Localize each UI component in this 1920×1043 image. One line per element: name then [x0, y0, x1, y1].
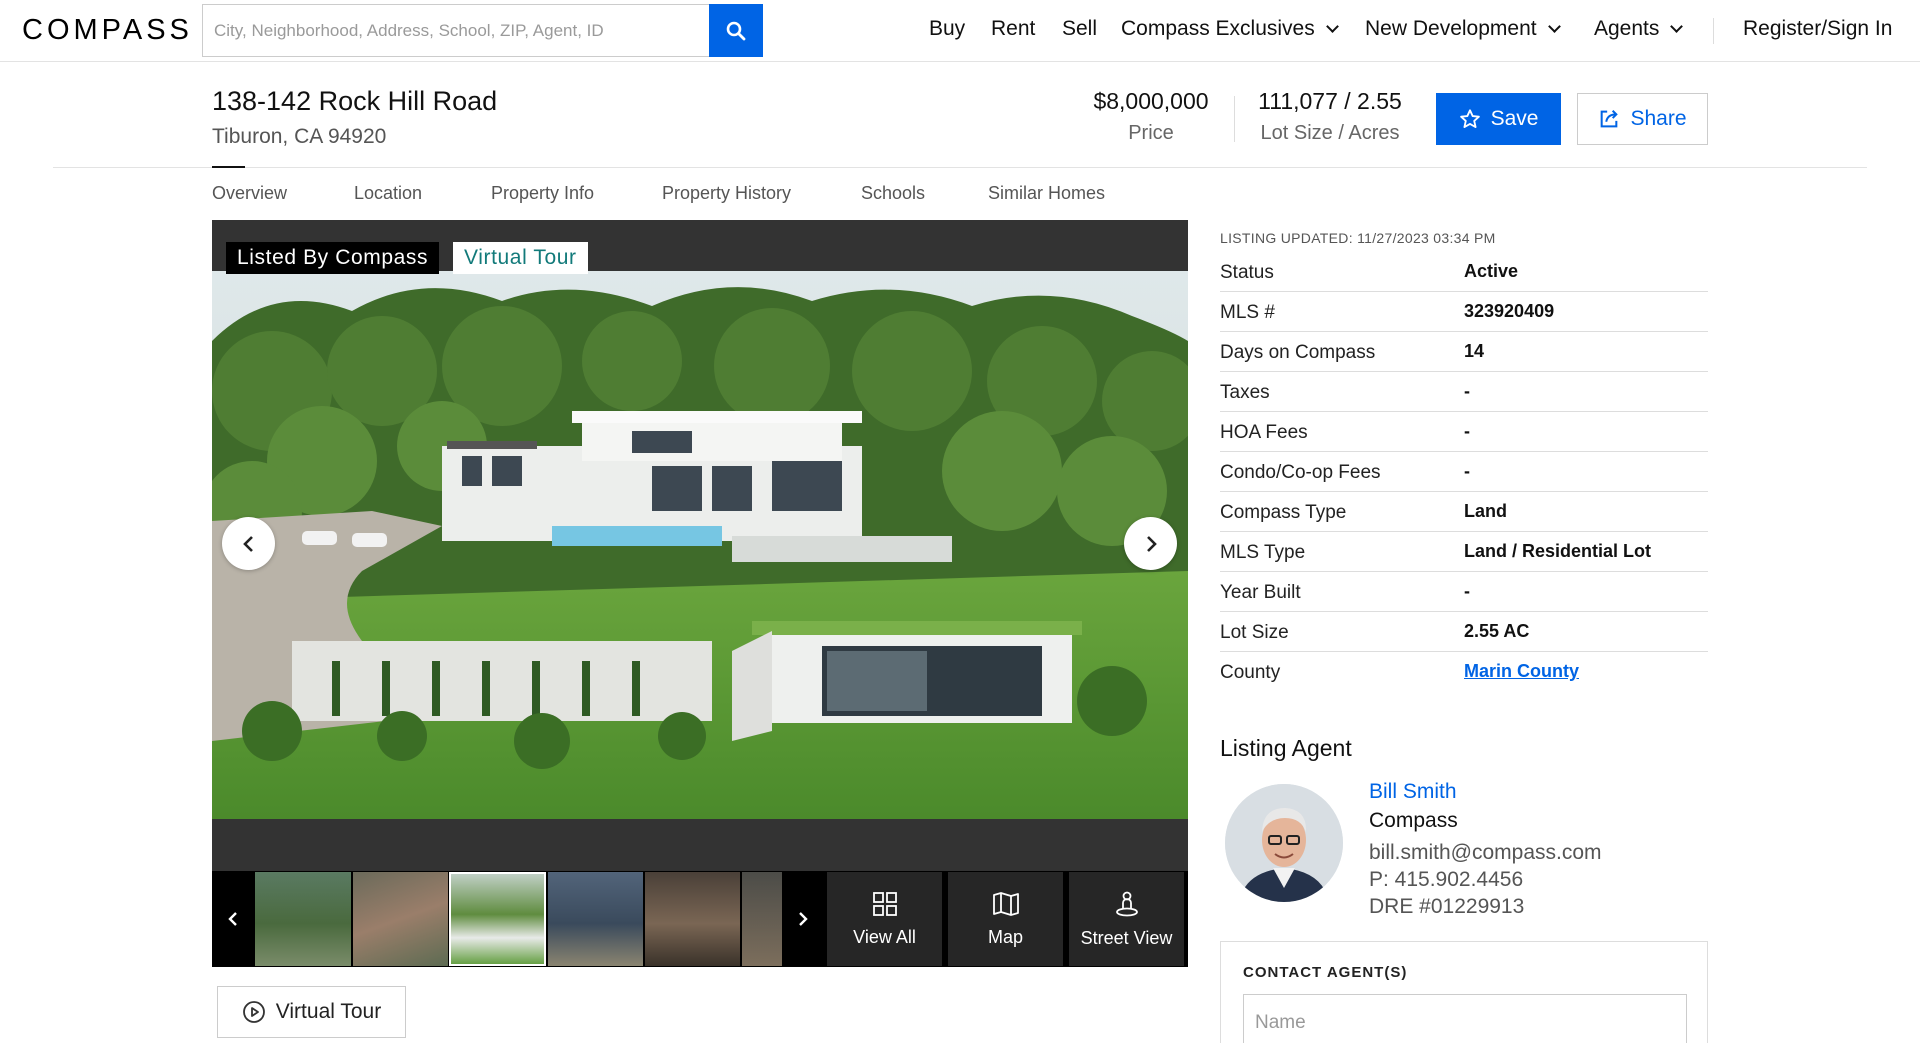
detail-row: Compass Type Land — [1220, 492, 1708, 532]
street-view-icon — [1115, 891, 1138, 916]
play-circle-icon — [242, 1001, 265, 1023]
thumbnail-2[interactable] — [353, 872, 448, 966]
price-label: Price — [1128, 122, 1174, 144]
register-sign-in-link[interactable]: Register/Sign In — [1743, 17, 1892, 41]
detail-row: Condo/Co-op Fees - — [1220, 452, 1708, 492]
thumbs-next-button[interactable] — [782, 871, 824, 967]
chevron-left-icon — [242, 535, 253, 552]
search-button[interactable] — [709, 4, 763, 57]
agent-phone[interactable]: P: 415.902.4456 — [1369, 868, 1523, 892]
street-view-button[interactable]: Street View — [1067, 872, 1184, 966]
contact-heading: CONTACT AGENT(S) — [1243, 964, 1408, 981]
detail-row: Lot Size 2.55 AC — [1220, 612, 1708, 652]
nav-divider — [1713, 18, 1714, 44]
save-button[interactable]: Save — [1436, 93, 1561, 145]
chevron-right-icon — [1146, 535, 1157, 552]
next-photo-button[interactable] — [1124, 517, 1177, 570]
virtual-tour-button[interactable]: Virtual Tour — [217, 986, 406, 1038]
agent-email[interactable]: bill.smith@compass.com — [1369, 841, 1602, 865]
detail-row: MLS Type Land / Residential Lot — [1220, 532, 1708, 572]
thumbnail-6[interactable] — [742, 872, 782, 966]
site-header: COMPASS Buy Rent Sell Compass Exclusives… — [0, 0, 1920, 62]
listed-by-compass-badge: Listed By Compass — [226, 242, 440, 274]
thumbnail-3[interactable] — [449, 872, 546, 966]
tab-property-history[interactable]: Property History — [662, 183, 791, 204]
chevron-down-icon — [1547, 19, 1561, 33]
contact-agent-form: CONTACT AGENT(S) — [1220, 941, 1708, 1043]
listing-city: Tiburon, CA 94920 — [212, 125, 387, 148]
price-value: $8,000,000 — [1093, 88, 1209, 114]
detail-row: Days on Compass 14 — [1220, 332, 1708, 372]
thumbnail-1[interactable] — [255, 872, 351, 966]
nav-buy[interactable]: Buy — [929, 17, 965, 41]
prev-photo-button[interactable] — [222, 517, 275, 570]
detail-row: Status Active — [1220, 252, 1708, 292]
grid-icon — [872, 891, 897, 916]
main-photo[interactable] — [212, 271, 1188, 819]
listing-updated: LISTING UPDATED: 11/27/2023 03:34 PM — [1220, 230, 1496, 246]
detail-row: MLS #323920409 — [1220, 292, 1708, 332]
thumbnail-strip: View All Map Street View — [212, 871, 1188, 967]
search-icon — [726, 21, 746, 40]
search-input[interactable] — [203, 5, 709, 56]
agent-avatar[interactable] — [1225, 784, 1343, 902]
stat-divider — [1234, 96, 1235, 142]
tab-location[interactable]: Location — [354, 183, 422, 204]
detail-row: HOA Fees - — [1220, 412, 1708, 452]
lot-label: Lot Size / Acres — [1260, 122, 1400, 144]
map-button[interactable]: Map — [946, 872, 1063, 966]
active-tab-indicator — [212, 166, 245, 168]
compass-logo[interactable]: COMPASS — [22, 14, 193, 47]
house-rendering — [212, 271, 1188, 819]
search-box — [202, 4, 763, 57]
virtual-tour-badge[interactable]: Virtual Tour — [453, 242, 588, 274]
listing-address: 138-142 Rock Hill Road — [212, 86, 498, 116]
name-input[interactable] — [1243, 994, 1687, 1043]
detail-row: County Marin County — [1220, 661, 1579, 683]
view-all-button[interactable]: View All — [825, 872, 942, 966]
agent-dre: DRE #01229913 — [1369, 895, 1525, 918]
tab-similar-homes[interactable]: Similar Homes — [988, 183, 1105, 204]
listing-agent-heading: Listing Agent — [1220, 735, 1352, 761]
nav-agents[interactable]: Agents — [1594, 17, 1684, 41]
nav-rent[interactable]: Rent — [991, 17, 1035, 41]
chevron-left-icon — [228, 912, 237, 926]
share-button[interactable]: Share — [1577, 93, 1708, 145]
detail-row: Taxes - — [1220, 372, 1708, 412]
agent-name-link[interactable]: Bill Smith — [1369, 780, 1457, 804]
title-divider — [53, 167, 1867, 168]
agent-company: Compass — [1369, 809, 1458, 832]
share-icon — [1601, 110, 1619, 128]
lot-value: 111,077 / 2.55 — [1258, 88, 1402, 114]
tab-schools[interactable]: Schools — [861, 183, 925, 204]
tab-property-info[interactable]: Property Info — [491, 183, 594, 204]
nav-sell[interactable]: Sell — [1062, 17, 1097, 41]
star-icon — [1459, 109, 1480, 128]
lot-stat: 111,077 / 2.55 Lot Size / Acres — [1250, 88, 1410, 145]
nav-compass-exclusives[interactable]: Compass Exclusives — [1121, 17, 1339, 41]
thumbnail-5[interactable] — [645, 872, 740, 966]
price-stat: $8,000,000 Price — [1088, 88, 1214, 145]
thumbnail-4[interactable] — [548, 872, 643, 966]
detail-row: Year Built - — [1220, 572, 1708, 612]
thumbs-prev-button[interactable] — [212, 871, 254, 967]
status-value: Active — [1464, 261, 1519, 281]
photo-gallery: Listed By Compass Virtual Tour View All — [212, 220, 1188, 967]
chevron-right-icon — [799, 912, 808, 926]
agent-portrait — [1225, 784, 1343, 902]
chevron-down-icon — [1670, 19, 1684, 33]
county-link[interactable]: Marin County — [1464, 661, 1579, 682]
chevron-down-icon — [1325, 19, 1339, 33]
map-icon — [992, 891, 1019, 916]
tab-overview[interactable]: Overview — [212, 183, 287, 204]
nav-new-development[interactable]: New Development — [1365, 17, 1561, 41]
